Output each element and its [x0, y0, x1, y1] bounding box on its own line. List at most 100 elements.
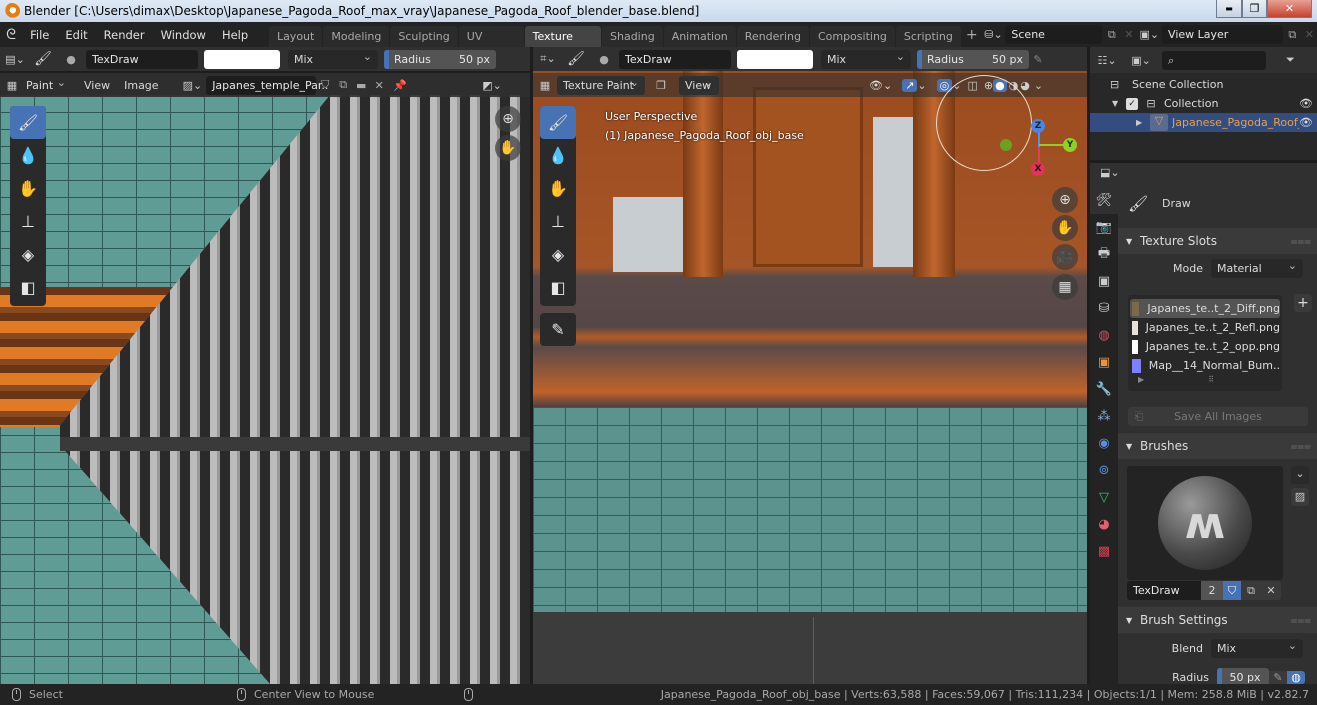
blend-mode-dropdown[interactable]: Mix	[288, 47, 378, 69]
shading-rendered-icon[interactable]: ◕	[1020, 79, 1030, 92]
workspace-tab-modeling[interactable]: Modeling	[323, 26, 390, 47]
texture-mask-icon[interactable]: ❐	[651, 79, 671, 92]
tab-world[interactable]: ◍	[1090, 322, 1118, 349]
close-button[interactable]: ✕	[1267, 0, 1312, 18]
tool-draw[interactable]: 🖌	[540, 106, 576, 139]
view-layer-selector-icon[interactable]: ▣⌄	[1137, 28, 1163, 41]
mode-dropdown[interactable]: Paint	[24, 73, 72, 95]
tool-fill[interactable]: ◈	[10, 238, 46, 271]
pin-icon[interactable]: 📌	[388, 79, 412, 92]
new-image-icon[interactable]: ⧉	[334, 78, 352, 92]
drag-handle-icon[interactable]: ⩶	[1290, 234, 1311, 249]
display-channels-icon[interactable]: ◩⌄	[482, 79, 502, 92]
expand-arrow-icon[interactable]: ▶	[1138, 375, 1144, 384]
editor-type-icon[interactable]: ▦	[533, 79, 557, 92]
outliner-search-input[interactable]: ⌕	[1162, 50, 1266, 70]
filter-view-layer-icon[interactable]: ▣⌄	[1124, 54, 1158, 67]
pressure-icon[interactable]: ✎	[1269, 671, 1287, 684]
fake-user-icon[interactable]: ⛉	[316, 78, 334, 92]
view-menu[interactable]: View	[84, 79, 110, 92]
brush-name-field[interactable]: TexDraw	[619, 49, 731, 69]
mode-dropdown[interactable]: Texture Paint	[557, 73, 645, 95]
new-view-layer-icon[interactable]: ⧉	[1283, 28, 1302, 42]
save-all-images-button[interactable]: ⎗ Save All Images	[1128, 407, 1308, 426]
texture-slot-item[interactable]: Map__14_Normal_Bum..	[1130, 356, 1280, 375]
workspace-tab-scripting[interactable]: Scripting	[895, 26, 961, 47]
tool-mask[interactable]: ◧	[10, 271, 46, 304]
brush-preview[interactable]: ʍ	[1127, 466, 1283, 580]
view-menu[interactable]: View	[679, 73, 719, 95]
camera-view-button[interactable]: 🎥	[1052, 244, 1078, 270]
shading-dropdown-icon[interactable]: ⌄	[1034, 79, 1043, 92]
gizmo-x-button[interactable]: X	[1031, 162, 1045, 176]
tool-clone[interactable]: ⊥	[540, 205, 576, 238]
editor-type-icon[interactable]: ⬓⌄	[1100, 166, 1120, 179]
gizmo-y-button[interactable]: Y	[1063, 138, 1077, 152]
workspace-tab-sculpting[interactable]: Sculpting	[390, 26, 458, 47]
menu-window[interactable]: Window	[153, 28, 214, 42]
outliner-item-scene-collection[interactable]: ⊟ Scene Collection	[1110, 75, 1310, 94]
menu-render[interactable]: Render	[96, 28, 153, 42]
tab-particles[interactable]: ⁂	[1090, 403, 1118, 430]
display-mode-icon[interactable]: ☷⌄	[1090, 54, 1124, 67]
brush-name-field[interactable]: TexDraw	[86, 49, 198, 69]
open-image-icon[interactable]: ▬	[352, 79, 370, 92]
pan-view-button[interactable]: ✋	[495, 135, 521, 161]
radius-slider[interactable]: 50 px	[1217, 668, 1269, 684]
view-layer-name-field[interactable]: View Layer	[1162, 25, 1283, 44]
texture-mode-dropdown[interactable]: Material	[1211, 256, 1303, 278]
tab-render[interactable]: 📷	[1090, 214, 1118, 241]
tool-mask[interactable]: ◧	[540, 271, 576, 304]
tab-texture[interactable]: ▩	[1090, 538, 1118, 565]
texture-slot-item[interactable]: Japanes_te..t_2_Refl.png	[1130, 318, 1280, 337]
tool-fill[interactable]: ◈	[540, 238, 576, 271]
tool-clone[interactable]: ⊥	[10, 205, 46, 238]
brush-color-swatch[interactable]	[204, 49, 280, 69]
image-browse-icon[interactable]: ▨⌄	[183, 79, 203, 92]
menu-help[interactable]: Help	[214, 28, 256, 42]
drag-handle-icon[interactable]: ⩶	[1290, 613, 1311, 628]
brush-name-field[interactable]: TexDraw	[1127, 581, 1201, 600]
filter-icon[interactable]: ⏷	[1286, 53, 1295, 67]
navigation-gizmo[interactable]	[936, 75, 1032, 171]
workspace-tab-rendering[interactable]: Rendering	[736, 26, 809, 47]
tab-object[interactable]: ▣	[1090, 349, 1118, 376]
tab-data[interactable]: ▽	[1090, 484, 1118, 511]
pressure-radius-icon[interactable]: ✎	[1029, 53, 1047, 66]
gizmo-neg-y-dot[interactable]	[1000, 139, 1012, 151]
brush-users-count[interactable]: 2	[1201, 581, 1223, 600]
outliner-item-object[interactable]: ▶ ▽ Japanese_Pagoda_Roof_c 👁	[1090, 113, 1317, 132]
drag-handle-icon[interactable]: ⩶	[1290, 439, 1311, 454]
tool-soften[interactable]: 💧	[540, 139, 576, 172]
zoom-view-button[interactable]: ⊕	[495, 106, 521, 132]
image-menu[interactable]: Image	[124, 79, 158, 92]
brush-preview-icon[interactable]: ●	[589, 53, 619, 66]
duplicate-brush-icon[interactable]: ⧉	[1241, 581, 1261, 600]
add-texture-slot-button[interactable]: +	[1294, 294, 1312, 312]
brush-browse-dropdown[interactable]: ⌄	[1291, 466, 1309, 484]
tab-view-layer[interactable]: ▣	[1090, 268, 1118, 295]
visibility-eye-icon[interactable]: 👁	[1299, 116, 1317, 129]
workspace-tab-layout[interactable]: Layout	[268, 26, 323, 47]
radius-slider[interactable]: Radius 50 px	[917, 49, 1029, 69]
expand-arrow-icon[interactable]: ▶	[1136, 118, 1150, 127]
scene-selector-icon[interactable]: ⛁⌄	[982, 28, 1006, 41]
minimize-button[interactable]: ▬	[1216, 0, 1242, 18]
blend-mode-dropdown[interactable]: Mix	[821, 47, 911, 69]
tool-smear[interactable]: ✋	[540, 172, 576, 205]
radius-slider[interactable]: Radius 50 px	[384, 49, 496, 69]
tab-tool[interactable]: 🛠	[1090, 187, 1118, 214]
add-workspace-button[interactable]: +	[962, 27, 982, 43]
brushes-panel-header[interactable]: ▼ Brushes ⩶	[1118, 433, 1317, 459]
brush-preview-icon[interactable]: ●	[56, 53, 86, 66]
tab-constraints[interactable]: ⊚	[1090, 457, 1118, 484]
gizmo-z-button[interactable]: Z	[1031, 119, 1045, 133]
scene-name-field[interactable]: Scene	[1005, 25, 1103, 44]
brush-settings-panel-header[interactable]: ▼ Brush Settings ⩶	[1118, 607, 1317, 633]
fake-user-shield-icon[interactable]: ⛉	[1223, 581, 1241, 600]
brush-color-swatch[interactable]	[737, 49, 813, 69]
zoom-view-button[interactable]: ⊕	[1052, 187, 1078, 213]
tool-settings-icon[interactable]: ▤⌄	[0, 53, 30, 66]
editor-type-icon[interactable]: ▦	[0, 79, 24, 92]
radius-unit-globe-icon[interactable]: ◍	[1287, 671, 1305, 684]
